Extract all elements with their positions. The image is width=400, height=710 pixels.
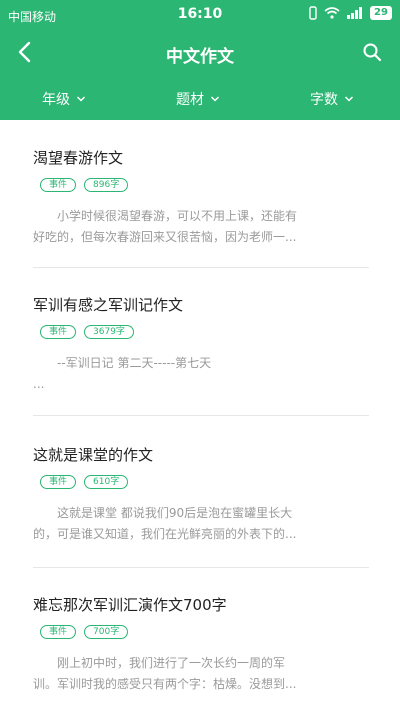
article-title[interactable]: 渴望春游作文 [33, 147, 123, 168]
list-item[interactable]: 这就是课堂的作文 事件 610字 这就是课堂 都说我们90后是泡在蜜罐里长大 的… [0, 415, 400, 568]
tag-category: 事件 [40, 325, 77, 339]
status-bar: 中国移动 16:10 29 [0, 0, 400, 30]
tag-category: 事件 [40, 178, 77, 192]
article-tags: 事件 896字 [40, 178, 129, 192]
wifi-icon [324, 7, 340, 19]
tag-category: 事件 [40, 475, 77, 489]
chevron-down-icon [344, 96, 354, 102]
article-excerpt: 刚上初中时，我们进行了一次长约一周的军 训。军训时我的感受只有两个字：枯燥。没想… [33, 653, 353, 695]
excerpt-line: ... [33, 377, 45, 391]
list-item[interactable]: 军训有感之军训记作文 事件 3679字 --军训日记 第二天-----第七天 .… [0, 267, 400, 416]
search-icon[interactable] [362, 42, 382, 62]
article-tags: 事件 700字 [40, 625, 129, 639]
signal-icon [347, 7, 362, 19]
article-tags: 事件 610字 [40, 475, 129, 489]
tag-word-count: 610字 [84, 475, 129, 489]
tag-word-count: 3679字 [84, 325, 134, 339]
filter-grade[interactable]: 年级 [42, 89, 86, 109]
excerpt-line: 刚上初中时，我们进行了一次长约一周的军 [57, 656, 286, 670]
filter-word-count[interactable]: 字数 [310, 89, 354, 109]
excerpt-line: --军训日记 第二天-----第七天 [57, 356, 212, 370]
filter-bar: 年级 题材 字数 [0, 75, 400, 120]
vibrate-icon [309, 6, 317, 20]
chevron-down-icon [76, 96, 86, 102]
battery-icon: 29 [370, 6, 392, 20]
tag-word-count: 700字 [84, 625, 129, 639]
article-excerpt: --军训日记 第二天-----第七天 ... [33, 353, 353, 395]
article-title[interactable]: 这就是课堂的作文 [33, 444, 153, 465]
excerpt-line: 好吃的，但每次春游回来又很苦恼，因为老师一... [33, 230, 297, 244]
tag-word-count: 896字 [84, 178, 129, 192]
filter-theme-label: 题材 [176, 92, 204, 108]
article-title[interactable]: 军训有感之军训记作文 [33, 294, 183, 315]
filter-theme[interactable]: 题材 [176, 89, 220, 109]
article-excerpt: 小学时候很渴望春游，可以不用上课，还能有 好吃的，但每次春游回来又很苦恼，因为老… [33, 206, 353, 248]
filter-word-count-label: 字数 [310, 92, 338, 108]
article-title[interactable]: 难忘那次军训汇演作文700字 [33, 594, 227, 615]
excerpt-line: 这就是课堂 都说我们90后是泡在蜜罐里长大 [57, 506, 293, 520]
nav-bar: 中文作文 [0, 30, 400, 75]
article-tags: 事件 3679字 [40, 325, 134, 339]
excerpt-line: 小学时候很渴望春游，可以不用上课，还能有 [57, 209, 298, 223]
article-excerpt: 这就是课堂 都说我们90后是泡在蜜罐里长大 的，可是谁又知道，我们在光鲜亮丽的外… [33, 503, 353, 545]
chevron-down-icon [210, 96, 220, 102]
list-item[interactable]: 难忘那次军训汇演作文700字 事件 700字 刚上初中时，我们进行了一次长约一周… [0, 567, 400, 710]
list-item[interactable]: 渴望春游作文 事件 896字 小学时候很渴望春游，可以不用上课，还能有 好吃的，… [0, 120, 400, 270]
filter-grade-label: 年级 [42, 92, 70, 108]
page-title: 中文作文 [166, 47, 234, 67]
status-icons: 29 [308, 6, 392, 20]
excerpt-line: 的，可是谁又知道，我们在光鲜亮丽的外表下的... [33, 527, 297, 541]
tag-category: 事件 [40, 625, 77, 639]
excerpt-line: 训。军训时我的感受只有两个字：枯燥。没想到... [33, 677, 297, 691]
